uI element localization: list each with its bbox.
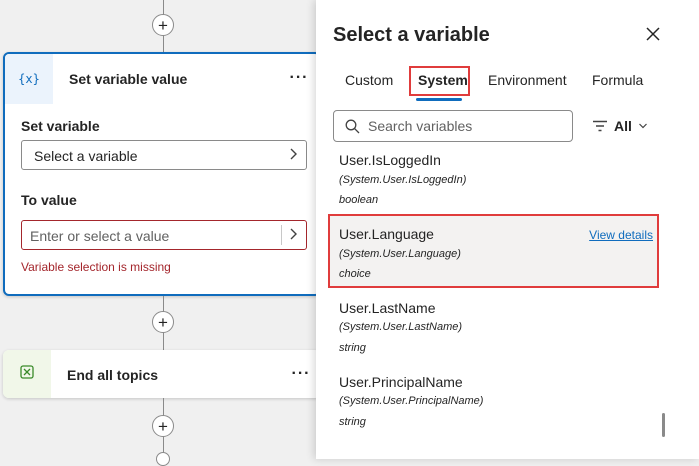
field-separator xyxy=(281,225,282,245)
node-title: End all topics xyxy=(67,367,159,383)
list-item-selected[interactable]: User.Language View details (System.User.… xyxy=(328,214,659,288)
close-button[interactable] xyxy=(641,22,665,46)
list-item[interactable]: User.PrincipalName (System.User.Principa… xyxy=(333,369,655,433)
variable-path: (System.User.Language) xyxy=(339,248,461,260)
node-icon-container: {x} xyxy=(5,54,53,104)
chevron-right-icon[interactable] xyxy=(288,227,298,244)
variable-type: boolean xyxy=(339,194,379,206)
scrollbar-thumb[interactable] xyxy=(662,413,665,437)
variable-name: User.IsLoggedIn xyxy=(339,152,441,168)
set-variable-label: Set variable xyxy=(21,118,100,134)
add-node-button[interactable]: + xyxy=(152,14,174,36)
filter-icon xyxy=(593,120,607,132)
variable-name: User.PrincipalName xyxy=(339,374,463,390)
add-node-button[interactable]: + xyxy=(152,415,174,437)
variable-name: User.Language xyxy=(339,226,434,242)
end-conversation-icon xyxy=(20,364,34,384)
variable-name: User.LastName xyxy=(339,300,436,316)
variable-type: choice xyxy=(339,268,371,280)
more-options-button[interactable]: ··· xyxy=(289,362,313,386)
select-variable-panel: Select a variable Custom System Environm… xyxy=(316,0,699,459)
select-variable-value: Select a variable xyxy=(34,148,138,164)
list-item[interactable]: User.IsLoggedIn (System.User.IsLoggedIn)… xyxy=(333,147,655,211)
node-title: Set variable value xyxy=(69,71,188,87)
set-variable-node[interactable]: {x} Set variable value ··· Set variable … xyxy=(3,52,321,296)
end-all-topics-node[interactable]: End all topics ··· xyxy=(3,350,321,398)
node-header: {x} Set variable value ··· xyxy=(5,54,319,104)
node-icon-container xyxy=(3,350,51,398)
search-icon xyxy=(345,119,360,139)
variable-icon: {x} xyxy=(18,72,40,86)
filter-button[interactable]: All xyxy=(592,116,648,136)
variable-path: (System.User.IsLoggedIn) xyxy=(339,174,467,186)
chevron-down-icon xyxy=(638,123,647,129)
panel-title: Select a variable xyxy=(333,24,490,46)
list-item[interactable]: User.LastName (System.User.LastName) str… xyxy=(333,295,655,359)
search-variables-box[interactable] xyxy=(333,110,573,142)
add-node-button[interactable]: + xyxy=(152,311,174,333)
to-value-placeholder: Enter or select a value xyxy=(30,228,170,244)
to-value-label: To value xyxy=(21,192,77,208)
to-value-field[interactable]: Enter or select a value xyxy=(21,220,307,250)
variable-type: string xyxy=(339,416,366,428)
variable-path: (System.User.PrincipalName) xyxy=(339,395,484,407)
search-input[interactable] xyxy=(368,117,564,135)
select-variable-field[interactable]: Select a variable xyxy=(21,140,307,170)
close-icon xyxy=(646,27,660,41)
tab-system[interactable]: System xyxy=(418,72,468,88)
tab-formula[interactable]: Formula xyxy=(592,72,643,88)
variable-path: (System.User.LastName) xyxy=(339,321,463,333)
filter-label: All xyxy=(614,118,632,134)
validation-error: Variable selection is missing xyxy=(21,260,171,274)
chevron-right-icon xyxy=(288,147,298,164)
view-details-link[interactable]: View details xyxy=(589,228,653,242)
more-options-button[interactable]: ··· xyxy=(287,66,311,90)
active-tab-indicator xyxy=(416,98,462,101)
next-node-stub xyxy=(156,452,170,466)
tab-custom[interactable]: Custom xyxy=(345,72,393,88)
variable-type: string xyxy=(339,342,366,354)
tab-environment[interactable]: Environment xyxy=(488,72,567,88)
